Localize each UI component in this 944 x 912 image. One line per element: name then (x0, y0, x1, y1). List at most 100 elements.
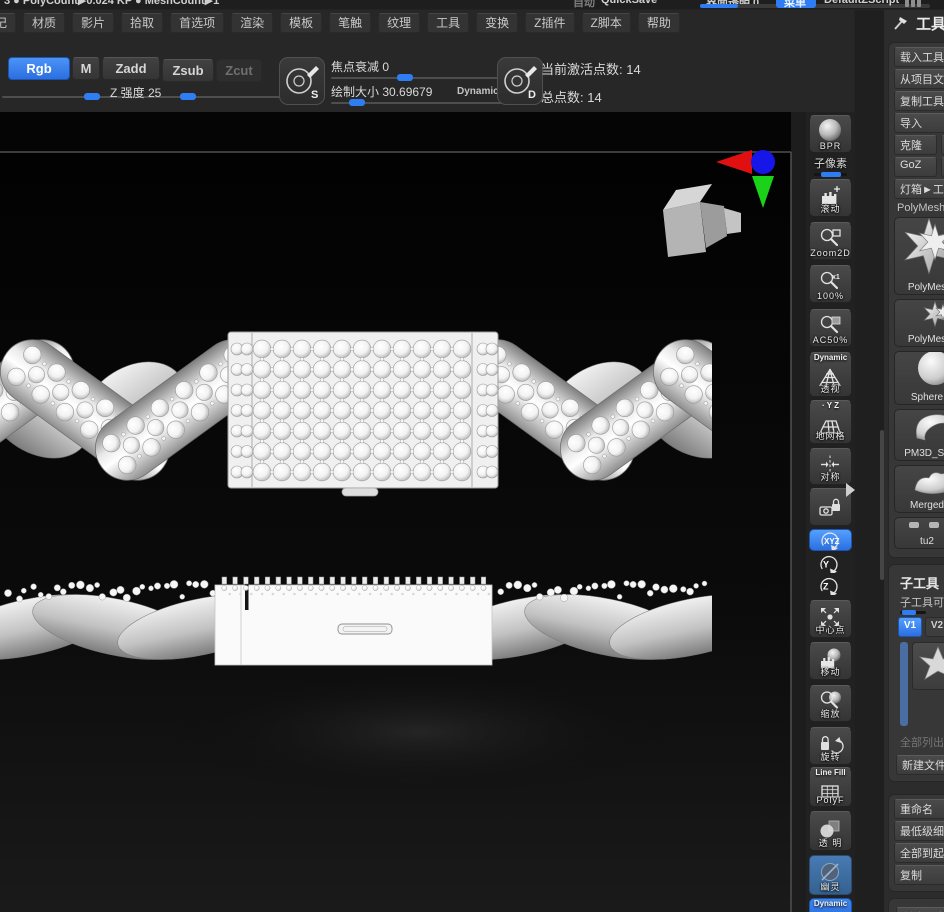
zcut-button[interactable]: Zcut (216, 59, 262, 82)
zbrush-window: 3 ● PolyCount▶0.024 KP ● MeshCount▶1 自动 … (0, 0, 944, 912)
bpr-render-button[interactable]: BPR (809, 115, 852, 153)
menu-button[interactable]: 菜单 (776, 0, 816, 8)
local-symmetry-button-caption: 对称 (810, 470, 851, 483)
subtool-tab-v1[interactable]: V1 (898, 617, 922, 637)
clone-button[interactable]: 克隆 (894, 135, 937, 155)
rotate-button[interactable]: 旋转 (809, 727, 852, 765)
tool-thumb-merged[interactable]: Merged (894, 465, 944, 513)
load-tool-button[interactable]: 载入工具 (894, 47, 944, 67)
tool-thumb-polymesh-star-large[interactable]: PolyMes (894, 217, 944, 295)
rotate-button-caption: 旋转 (810, 750, 851, 763)
list-all-button[interactable]: 全部列出 (900, 734, 944, 750)
z-intensity-slider-handle[interactable] (180, 93, 196, 100)
import-button[interactable]: 导入 (894, 113, 944, 133)
zadd-button[interactable]: Zadd (102, 57, 160, 80)
focal-shift-slider[interactable] (331, 77, 506, 79)
stroke-brush-button[interactable]: S (279, 57, 325, 105)
rotate-z-button[interactable]: Z (809, 576, 852, 597)
copy-tool-button[interactable]: 复制工具 (894, 91, 944, 111)
rgb-button[interactable]: Rgb (8, 57, 70, 80)
subtool-item-star[interactable] (912, 642, 944, 690)
menu-item-12[interactable]: Z插件 (525, 13, 574, 33)
all-to-start-button[interactable]: 全部到起始 (894, 843, 944, 863)
menu-item-9[interactable]: 纹理 (378, 13, 420, 33)
draw-size-slider[interactable] (331, 102, 506, 104)
tool-thumb-merged-caption: Merged (895, 500, 944, 511)
scroll-button-caption: 滚动 (810, 202, 851, 215)
rename-button[interactable]: 重命名 (894, 799, 944, 819)
svg-text:XYZ: XYZ (824, 537, 840, 546)
active-tool-name: PolyMesh3D (897, 202, 944, 214)
solo-button[interactable]: Dynamic (809, 898, 852, 912)
subpixel-slider-label: 子像素 (809, 155, 852, 171)
document-scene (0, 112, 806, 912)
subtool-visibility-slider[interactable] (900, 611, 926, 614)
menu-item-5[interactable]: 首选项 (170, 13, 224, 33)
scroll-button[interactable]: 滚动 (809, 179, 852, 217)
menu-item-13[interactable]: Z脚本 (582, 13, 631, 33)
subtool-visibility-label: 子工具可见 (900, 594, 944, 610)
zoom2d-button-caption: Zoom2D (810, 248, 851, 258)
tool-thumb-sphere-caption: Sphere (895, 392, 944, 403)
rotate-y-button[interactable]: Y (809, 554, 852, 575)
actual-size-button[interactable]: x1100% (809, 265, 852, 303)
aa-half-button-caption: AC50% (810, 335, 851, 345)
menu-item-8[interactable]: 笔触 (329, 13, 371, 33)
menu-item-4[interactable]: 拾取 (121, 13, 163, 33)
transparency-button[interactable]: 透 明 (809, 811, 852, 851)
tool-thumb-sphere[interactable]: Sphere (894, 351, 944, 405)
frame-center-button[interactable]: 中心点 (809, 600, 852, 638)
subtool-tab-v2[interactable]: V2 (925, 617, 944, 637)
lowest-subdiv-button[interactable]: 最低级细分 (894, 821, 944, 841)
menu-item-3[interactable]: 影片 (72, 13, 114, 33)
copy-subtool-button[interactable]: 复制 (894, 865, 944, 885)
viewport-canvas[interactable] (0, 112, 806, 912)
aa-half-button[interactable]: AC50% (809, 309, 852, 347)
lightbox-tool-button[interactable]: 灯箱►工具 (894, 179, 944, 199)
rotate-xyz-button[interactable]: XYZ (809, 529, 852, 551)
scale-button[interactable]: 缩放 (809, 685, 852, 722)
new-folder-button[interactable]: 新建文件夹 (896, 755, 944, 775)
draw-size-brush-button[interactable]: D (497, 57, 543, 105)
subtool-list-scrollbar[interactable] (900, 642, 908, 726)
menu-item-10[interactable]: 工具 (427, 13, 469, 33)
floor-grid-button[interactable]: · Y Z地网格 (809, 400, 852, 444)
tool-thumb-pm3d-sp[interactable]: PM3D_Sp (894, 409, 944, 461)
zscript-name: DefaultZScript (824, 0, 899, 6)
zoom2d-button[interactable]: Zoom2D (809, 222, 852, 260)
dynamic-size-toggle[interactable]: Dynamic (457, 86, 499, 97)
m-button[interactable]: M (72, 57, 100, 80)
perspective-button-top-label: Dynamic (810, 353, 851, 362)
menu-item-2[interactable]: 材质 (23, 13, 65, 33)
quicksave-button[interactable]: QuickSave (601, 0, 657, 6)
floor-grid-button-top-label: · Y Z (810, 401, 851, 410)
panel-divider-arrow-icon[interactable] (846, 483, 862, 497)
polyframe-button-caption: PolyF (810, 795, 851, 805)
tool-thumb-tu2[interactable]: tu2 (894, 517, 944, 549)
menu-item-1[interactable]: 记 (0, 13, 16, 33)
local-symmetry-button[interactable]: 对称 (809, 448, 852, 485)
goz-button[interactable]: GoZ (894, 157, 937, 177)
zsub-button[interactable]: Zsub (162, 59, 214, 82)
duplicate-button[interactable]: 创建副本 (896, 907, 944, 912)
perspective-button[interactable]: Dynamic透视 (809, 352, 852, 397)
subtool-title: 子工具 (900, 573, 944, 592)
menu-item-7[interactable]: 模板 (280, 13, 322, 33)
svg-text:Z: Z (823, 582, 829, 592)
menu-item-11[interactable]: 变换 (476, 13, 518, 33)
tool-thumb-pm3d-sp-caption: PM3D_Sp (895, 448, 944, 459)
panel-bars-icon[interactable] (905, 0, 931, 7)
polyframe-button[interactable]: Line FillPolyF (809, 767, 852, 807)
right-shelf: BPR 子像素滚动 Zoom2D x1100% AC50% Dynamic透视· Y Z地… (806, 112, 855, 912)
draw-size-label: 绘制大小 30.69679 (331, 83, 432, 100)
menu-item-14[interactable]: 帮助 (638, 13, 680, 33)
move-button[interactable]: 移动 (809, 642, 852, 680)
tool-thumb-polymesh-star-small[interactable]: PolyMes (894, 299, 944, 347)
from-project-button[interactable]: 从项目文件 (894, 69, 944, 89)
solo-button-top-label: Dynamic (810, 899, 851, 908)
svg-text:Y: Y (823, 560, 829, 570)
ghost-button[interactable]: 幽灵 (809, 855, 852, 895)
subpixel-slider[interactable] (814, 173, 847, 176)
scale-button-caption: 缩放 (810, 707, 851, 720)
menu-item-6[interactable]: 渲染 (231, 13, 273, 33)
